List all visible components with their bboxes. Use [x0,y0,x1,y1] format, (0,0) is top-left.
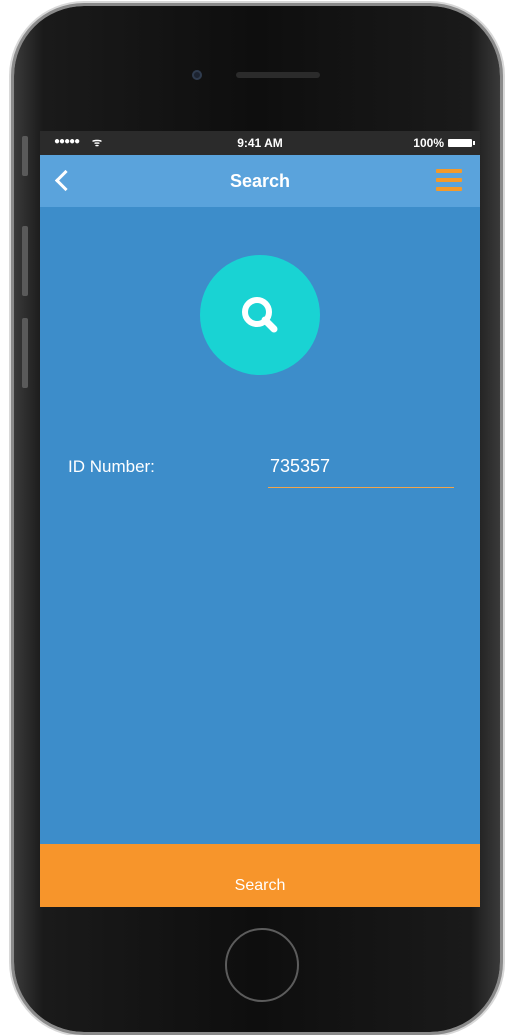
magnifier-icon [242,297,278,333]
earpiece-speaker [236,72,320,78]
search-button[interactable]: Search [40,844,480,907]
back-button[interactable] [46,165,76,197]
hamburger-menu-icon [436,169,462,173]
battery-icon [448,139,475,147]
mute-switch [22,136,28,176]
volume-down-button [22,318,28,388]
app-screen: ●●●●● ᯤ 9:41 AM 100% Search ID Number: S… [40,131,480,907]
battery-percent: 100% [413,136,444,150]
status-bar: ●●●●● ᯤ 9:41 AM 100% [40,131,480,155]
hamburger-line [436,178,462,182]
home-button[interactable] [225,928,299,1002]
navigation-bar: Search [40,155,480,207]
id-number-input[interactable] [268,451,454,488]
id-number-label: ID Number: [68,457,155,476]
page-title: Search [229,171,291,191]
search-hero [200,255,320,375]
volume-up-button [22,226,28,296]
menu-button[interactable] [436,169,462,193]
hamburger-line [436,187,462,191]
front-camera [192,70,202,80]
